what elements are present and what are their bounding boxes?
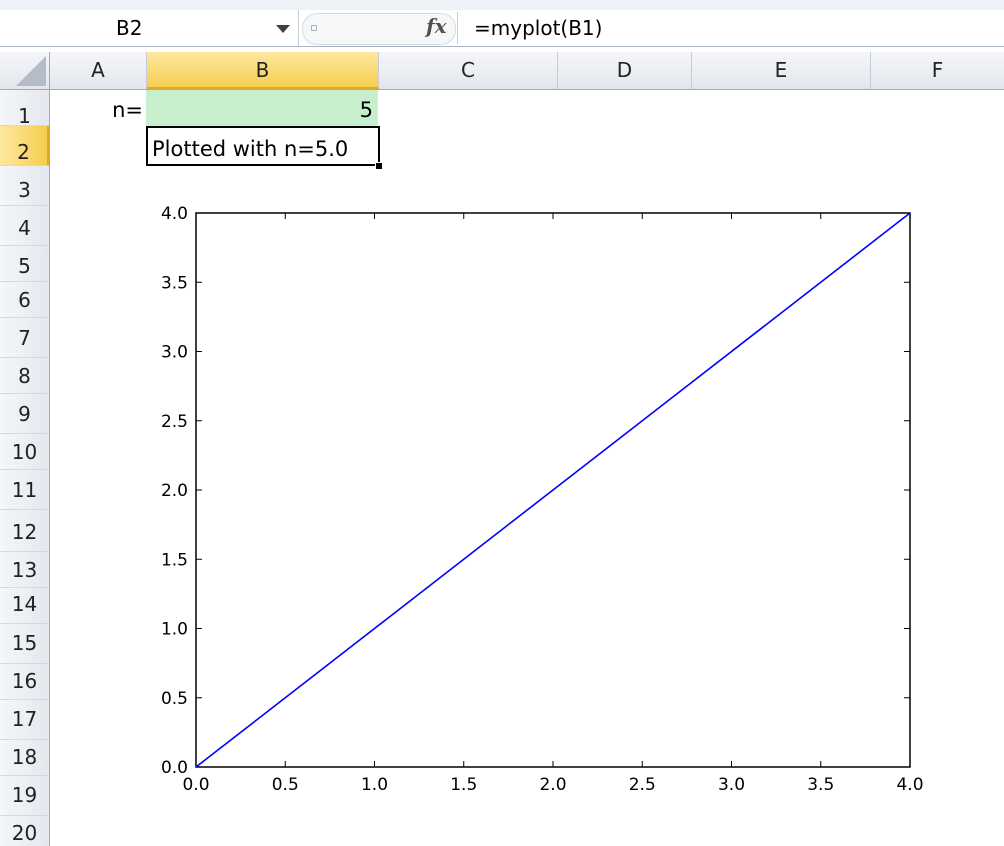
x-tick-label: 4.0 (896, 775, 923, 795)
x-tick-label: 0.0 (182, 775, 209, 795)
x-tick-label: 0.5 (272, 775, 299, 795)
spreadsheet-window: B2 fx =myplot(B1) A B C D E F 1 2 3 4 5 … (0, 0, 1004, 846)
x-tick-label: 1.5 (450, 775, 477, 795)
y-tick-label: 4.0 (161, 204, 188, 224)
x-tick-label: 1.0 (361, 775, 388, 795)
x-tick-label: 2.5 (629, 775, 656, 795)
y-tick-label: 0.5 (161, 689, 188, 709)
x-tick-label: 2.0 (539, 775, 566, 795)
y-tick-label: 1.0 (161, 620, 188, 640)
y-tick-label: 2.5 (161, 412, 188, 432)
y-tick-label: 2.0 (161, 481, 188, 501)
y-tick-label: 1.5 (161, 550, 188, 570)
y-tick-label: 3.0 (161, 343, 188, 363)
x-tick-label: 3.5 (807, 775, 834, 795)
y-tick-label: 0.0 (161, 758, 188, 778)
embedded-plot[interactable]: 0.0 0.5 1.0 1.5 2.0 2.5 3.0 3.5 4.0 0.0 0.5 1.0 1.5 2… (0, 0, 1004, 846)
x-tick-label: 3.0 (718, 775, 745, 795)
y-tick-label: 3.5 (161, 273, 188, 293)
